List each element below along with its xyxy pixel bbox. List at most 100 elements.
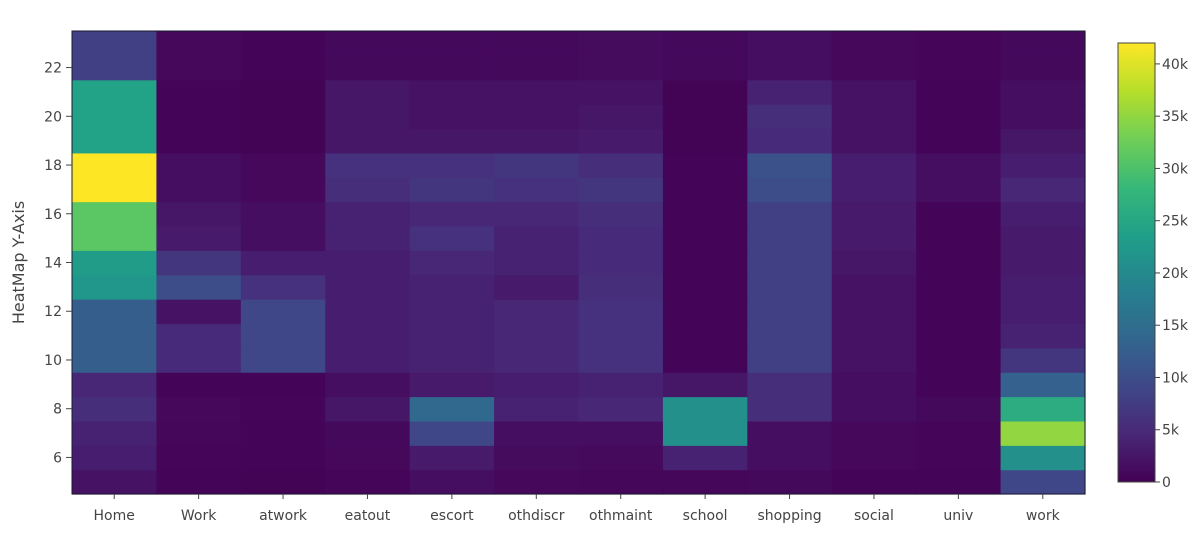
heatmap-cell [156,250,242,276]
heatmap-cell [747,79,833,105]
heatmap-cell [156,469,242,495]
heatmap-cell [156,299,242,325]
heatmap-cell [156,201,242,227]
heatmap-cell [578,274,664,300]
heatmap-cell [578,372,664,398]
y-tick-label: 18 [44,158,62,174]
heatmap-cell [156,323,242,349]
colorbar-tick-label: 35k [1162,109,1189,125]
heatmap-cell [662,420,748,446]
heatmap-cell [409,323,495,349]
x-tick-label: othdiscr [508,508,565,524]
heatmap-cell [494,152,580,178]
heatmap-cell [1000,250,1086,276]
colorbar-tick-label: 40k [1162,57,1189,73]
heatmap-cell [578,250,664,276]
heatmap-cell [662,274,748,300]
heatmap-cell [240,274,326,300]
heatmap-cell [916,347,1002,373]
y-tick-label: 10 [44,353,62,369]
heatmap-cell [578,396,664,422]
heatmap-cell [1000,274,1086,300]
heatmap-cell [1000,79,1086,105]
heatmap-cell [494,420,580,446]
y-tick-label: 12 [44,304,62,320]
heatmap-cell [156,104,242,130]
x-tick-label: school [683,508,728,524]
heatmap-cell [409,225,495,251]
heatmap-cell [494,79,580,105]
heatmap-cell [409,396,495,422]
colorbar-tick-label: 20k [1162,266,1189,282]
y-tick-label: 16 [44,207,62,223]
heatmap-svg: Home Work atwork eatout escort othdiscr othmai… [9,30,1189,524]
heatmap-cell [916,31,1002,56]
heatmap-cell [156,177,242,203]
heatmap-cell [240,299,326,325]
heatmap-cell [1000,347,1086,373]
heatmap-cell [578,445,664,471]
heatmap-cell [494,372,580,398]
x-tick-label: Work [181,508,217,524]
heatmap-cell [72,372,158,398]
heatmap-cell [325,128,411,154]
heatmap-cell [578,128,664,154]
heatmap-cell [156,31,242,56]
heatmap-cell [409,299,495,325]
heatmap-cell [747,177,833,203]
heatmap-cell [831,250,917,276]
heatmap-cell [831,323,917,349]
heatmap-cell [747,469,833,495]
heatmap-cell [747,152,833,178]
heatmap-cell [240,104,326,130]
heatmap-cell [409,347,495,373]
heatmap-cell [494,31,580,56]
heatmap-cell [578,55,664,81]
heatmap-cell [72,274,158,300]
heatmap-cell [72,323,158,349]
heatmap-cell [578,201,664,227]
heatmap-cell [1000,420,1086,446]
heatmap-cell [409,152,495,178]
heatmap-cell [1000,201,1086,227]
heatmap-cell [494,128,580,154]
heatmap-cell [916,469,1002,495]
y-tick-label: 22 [44,61,62,77]
heatmap-cell [325,250,411,276]
heatmap-cell [747,420,833,446]
x-tick-label: univ [943,508,973,524]
heatmap-cell [662,347,748,373]
heatmap-cell [831,55,917,81]
heatmap-cell [916,299,1002,325]
heatmap-cell [72,250,158,276]
heatmap-cell [240,128,326,154]
heatmap-cell [1000,225,1086,251]
heatmap-cell [325,177,411,203]
heatmap-cell [494,396,580,422]
heatmap-cell [494,250,580,276]
heatmap-cell [240,177,326,203]
heatmap-cell [240,201,326,227]
heatmap-cell [409,250,495,276]
heatmap-cell [72,299,158,325]
heatmap-cell [916,274,1002,300]
heatmap-cell [494,177,580,203]
x-tick-label: shopping [757,508,821,524]
heatmap-cell [747,104,833,130]
heatmap-cell [1000,128,1086,154]
heatmap-cell [578,31,664,56]
heatmap-cell [831,469,917,495]
heatmap-cell [747,250,833,276]
heatmap-cell [494,469,580,495]
heatmap-cell [578,299,664,325]
x-axis: Home Work atwork eatout escort othdiscr othmai… [94,494,1061,524]
heatmap-cell [578,177,664,203]
heatmap-cell [156,152,242,178]
heatmap-cell [156,128,242,154]
heatmap-cell [156,372,242,398]
heatmap-cell [494,225,580,251]
heatmap-cell [831,347,917,373]
heatmap-cell [916,177,1002,203]
heatmap-cell [494,323,580,349]
heatmap-cell [662,225,748,251]
